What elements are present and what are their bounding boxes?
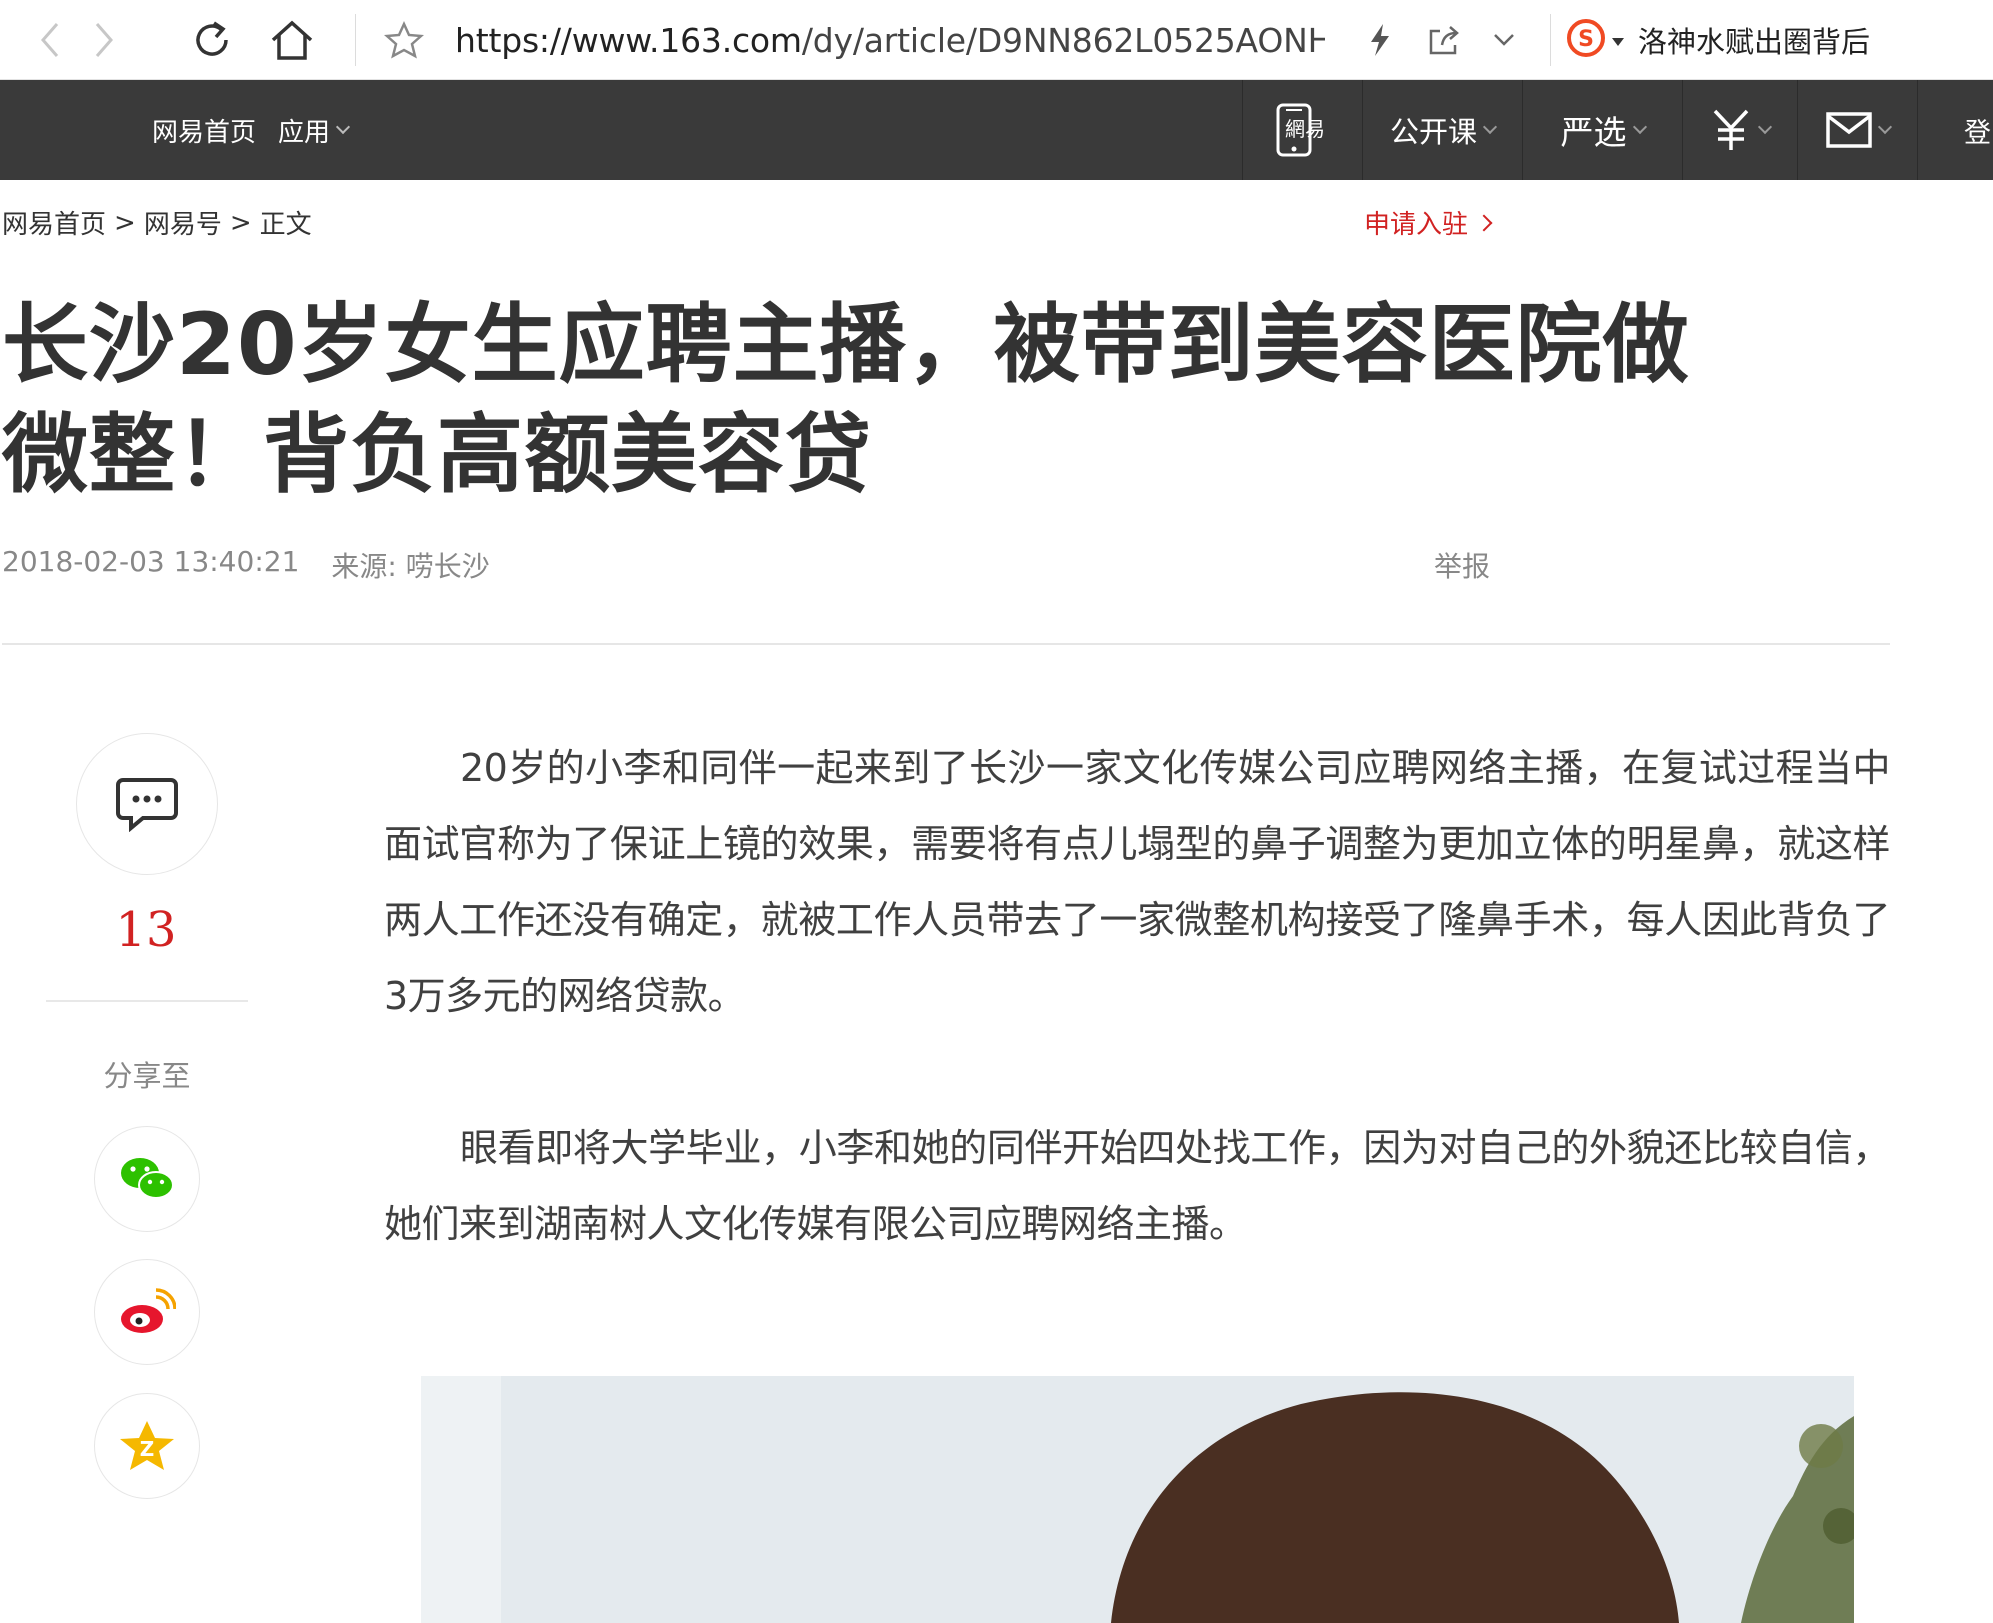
breadcrumb-separator: > — [114, 207, 136, 238]
address-bar[interactable]: https://www.163.com/dy/article/D9NN862L0… — [455, 14, 1325, 66]
chevron-right-icon — [1475, 214, 1493, 231]
breadcrumb-home[interactable]: 网易首页 — [2, 204, 106, 241]
browser-toolbar: https://www.163.com/dy/article/D9NN862L0… — [0, 0, 1993, 80]
dropdown-chevron-icon[interactable] — [1476, 12, 1532, 68]
divider — [46, 1000, 248, 1002]
breadcrumb-current: 正文 — [259, 210, 312, 240]
search-box[interactable]: S 洛神水赋出圈背后 — [1566, 14, 1870, 66]
comment-button[interactable] — [76, 733, 218, 875]
home-icon[interactable] — [264, 12, 320, 68]
toolbar-divider — [355, 14, 356, 66]
breadcrumb-separator: > — [229, 207, 252, 238]
lightning-icon[interactable] — [1352, 12, 1408, 68]
open-course-label: 公开课 — [1389, 115, 1477, 149]
login-link[interactable]: 登 — [1917, 80, 1993, 180]
mail-menu[interactable] — [1797, 80, 1917, 180]
publish-time: 2018-02-03 13:40:21 — [2, 545, 300, 578]
apps-menu[interactable]: 应用 — [278, 112, 351, 149]
svg-text:網易: 網易 — [1285, 117, 1325, 141]
refresh-icon[interactable] — [184, 12, 240, 68]
open-course-menu[interactable]: 公开课 — [1362, 80, 1522, 180]
apps-label: 应用 — [278, 117, 331, 148]
breadcrumb: 网易首页 > 网易号 > 正文 — [2, 204, 312, 241]
comment-bubble-icon — [116, 778, 178, 832]
back-icon[interactable] — [22, 12, 78, 68]
share-wechat-button[interactable] — [94, 1126, 200, 1232]
breadcrumb-wangyihao[interactable]: 网易号 — [144, 204, 222, 241]
yanxuan-label: 严选 — [1560, 113, 1627, 152]
chevron-down-icon — [1482, 119, 1498, 135]
site-top-bar: 网易首页 应用 網易 公开课 严选 登 — [0, 80, 1993, 180]
svg-text:S: S — [1578, 27, 1594, 52]
chevron-down-icon — [1877, 119, 1892, 135]
article-title: 长沙20岁女生应聘主播，被带到美容医院做微整！背负高额美容贷 — [2, 295, 1690, 505]
forward-icon[interactable] — [76, 12, 132, 68]
chevron-down-icon — [1632, 119, 1647, 135]
svg-text:Z: Z — [140, 1437, 155, 1461]
sogou-icon[interactable]: S — [1566, 18, 1606, 62]
yen-icon — [1713, 109, 1749, 150]
share-page-icon[interactable] — [1416, 12, 1472, 68]
weibo-icon — [121, 1288, 176, 1333]
apply-join-label: 申请入驻 — [1363, 210, 1468, 240]
url-path: /dy/article/D9NN862L0525AONH.html — [801, 20, 1325, 60]
site-home-link[interactable]: 网易首页 — [152, 112, 256, 149]
mobile-app-button[interactable]: 網易 — [1242, 80, 1362, 180]
apply-join-link[interactable]: 申请入驻 — [1363, 204, 1493, 241]
wechat-icon — [121, 1158, 174, 1199]
url-domain: https://www.163.com — [455, 20, 802, 60]
article-body: 20岁的小李和同伴一起来到了长沙一家文化传媒公司应聘网络主播，在复试过程当中面试… — [384, 730, 1891, 1262]
chevron-down-icon — [335, 119, 351, 135]
qzone-icon: Z — [120, 1421, 174, 1470]
bookmark-star-icon[interactable] — [376, 12, 432, 68]
mobile-icon: 網易 — [1276, 103, 1325, 157]
article-source[interactable]: 来源: 唠长沙 — [331, 545, 489, 585]
report-link[interactable]: 举报 — [1434, 545, 1490, 585]
mail-icon — [1825, 112, 1872, 148]
divider — [2, 643, 1890, 645]
article-photo — [421, 1376, 1854, 1623]
article-paragraph: 20岁的小李和同伴一起来到了长沙一家文化传媒公司应聘网络主播，在复试过程当中面试… — [384, 746, 1891, 1018]
login-label: 登 — [1964, 117, 1991, 149]
article-meta: 2018-02-03 13:40:21 来源: 唠长沙 — [2, 545, 490, 585]
engine-dropdown-icon[interactable] — [1612, 31, 1624, 50]
yanxuan-menu[interactable]: 严选 — [1522, 80, 1682, 180]
share-weibo-button[interactable] — [94, 1259, 200, 1365]
comment-count[interactable]: 13 — [46, 902, 246, 958]
share-qzone-button[interactable]: Z — [94, 1393, 200, 1499]
search-query: 洛神水赋出圈背后 — [1638, 25, 1871, 59]
chevron-down-icon — [1757, 119, 1773, 135]
currency-menu[interactable] — [1682, 80, 1797, 180]
share-label: 分享至 — [103, 1059, 191, 1093]
toolbar-divider — [1550, 14, 1551, 66]
article-paragraph: 眼看即将大学毕业，小李和她的同伴开始四处找工作，因为对自己的外貌还比较自信，她们… — [384, 1126, 1891, 1246]
